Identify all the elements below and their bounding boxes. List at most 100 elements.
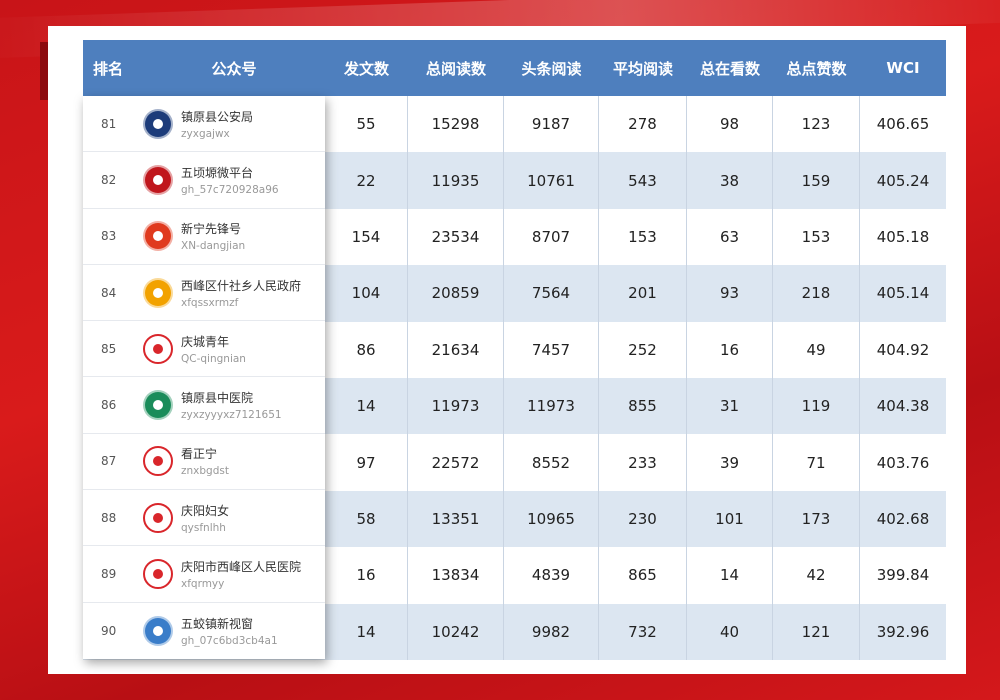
average-reads-cell: 201	[599, 265, 687, 322]
total-reads-cell: 22572	[408, 434, 504, 491]
account-list-item[interactable]: 86 镇原县中医院 zyxzyyyxz7121651	[83, 377, 325, 434]
total-reads-cell: 11935	[408, 152, 504, 209]
total-reads-cell: 23534	[408, 208, 504, 266]
table-header: 排名 公众号 发文数 总阅读数 头条阅读 平均阅读 总在看数 总点赞数 WCI	[83, 40, 946, 96]
account-name[interactable]: 看正宁	[181, 445, 229, 462]
account-name[interactable]: 新宁先锋号	[181, 220, 245, 237]
account-name[interactable]: 五顷塬微平台	[181, 164, 279, 181]
header-total-reads[interactable]: 总阅读数	[408, 58, 504, 79]
header-watching[interactable]: 总在看数	[687, 58, 773, 79]
header-average-reads[interactable]: 平均阅读	[599, 58, 687, 79]
posts-cell: 104	[325, 265, 408, 322]
average-reads-cell: 855	[599, 377, 687, 435]
swoosh-icon	[143, 446, 173, 477]
logo-mark	[153, 512, 163, 523]
logo-mark	[153, 343, 163, 354]
account-id: gh_57c720928a96	[181, 183, 279, 196]
header-posts[interactable]: 发文数	[325, 58, 408, 79]
account-list-item[interactable]: 88 庆阳妇女 qysfnlhh	[83, 490, 325, 547]
hospital-badge-icon	[143, 559, 173, 590]
logo-mark	[153, 174, 163, 185]
account-list-item[interactable]: 83 新宁先锋号 XN-dangjian	[83, 209, 325, 265]
likes-cell: 173	[773, 490, 860, 548]
account-list-item[interactable]: 85 庆城青年 QC-qingnian	[83, 321, 325, 378]
account-names: 庆阳市西峰区人民医院 xfqrmyy	[181, 558, 301, 590]
logo-mark	[153, 287, 163, 298]
headline-reads-cell: 4839	[504, 547, 599, 604]
account-name[interactable]: 西峰区什社乡人民政府	[181, 277, 301, 294]
account-name[interactable]: 镇原县中医院	[181, 389, 282, 406]
account-list-card: 81 镇原县公安局 zyxgajwx 82 五顷塬微平台 gh_57c720928a96 8…	[83, 96, 325, 659]
total-reads-cell: 13834	[408, 547, 504, 604]
account-id: zyxzyyyxz7121651	[181, 409, 282, 422]
average-reads-cell: 732	[599, 603, 687, 660]
wci-cell: 406.65	[876, 115, 930, 134]
watching-cell: 16	[687, 321, 773, 378]
watching-cell: 63	[687, 208, 773, 266]
account-id: xfqrmyy	[181, 578, 225, 591]
average-reads-cell: 252	[599, 321, 687, 378]
rank-number: 85	[101, 341, 117, 356]
likes-cell: 42	[773, 547, 860, 604]
headline-reads-cell: 10761	[504, 152, 599, 209]
headline-reads-cell: 7457	[504, 321, 599, 378]
header-rank[interactable]: 排名	[83, 58, 143, 79]
watching-cell: 40	[687, 603, 773, 660]
total-reads-cell: 20859	[408, 265, 504, 322]
account-names: 五蛟镇新视窗 gh_07c6bd3cb4a1	[181, 615, 278, 647]
account-name[interactable]: 庆城青年	[181, 333, 246, 350]
posts-cell: 86	[325, 321, 408, 378]
likes-cell: 153	[773, 208, 860, 266]
account-list-item[interactable]: 87 看正宁 znxbgdst	[83, 434, 325, 491]
wci-cell: 405.18	[876, 227, 930, 246]
headline-reads-cell: 9982	[504, 603, 599, 660]
average-reads-cell: 278	[599, 96, 687, 153]
posts-cell: 55	[325, 96, 408, 153]
average-reads-cell: 865	[599, 547, 687, 604]
calligraphy-seal-icon	[143, 164, 173, 195]
national-emblem-icon	[143, 277, 173, 308]
posts-cell: 58	[325, 490, 408, 548]
account-name[interactable]: 镇原县公安局	[181, 108, 253, 125]
header-wci[interactable]: WCI	[860, 59, 946, 77]
wci-cell: 405.14	[876, 284, 930, 303]
logo-mark	[153, 569, 163, 580]
womens-federation-icon	[143, 502, 173, 533]
account-id: XN-dangjian	[181, 240, 246, 253]
account-id: qysfnlhh	[181, 521, 226, 534]
account-list-item[interactable]: 81 镇原县公安局 zyxgajwx	[83, 96, 325, 153]
likes-cell: 119	[773, 377, 860, 435]
header-headline-reads[interactable]: 头条阅读	[504, 58, 599, 79]
account-list-item[interactable]: 89 庆阳市西峰区人民医院 xfqrmyy	[83, 546, 325, 603]
posts-cell: 154	[325, 208, 408, 266]
posts-cell: 14	[325, 377, 408, 435]
rank-number: 86	[101, 398, 117, 413]
wci-cell: 399.84	[876, 566, 930, 585]
average-reads-cell: 233	[599, 434, 687, 491]
wci-cell: 404.38	[876, 397, 930, 416]
account-id: zyxgajwx	[181, 127, 230, 140]
posts-cell: 14	[325, 603, 408, 660]
wci-cell: 392.96	[876, 622, 930, 641]
wci-cell: 405.24	[876, 171, 930, 190]
total-reads-cell: 11973	[408, 377, 504, 435]
account-name[interactable]: 庆阳妇女	[181, 502, 229, 519]
account-list-item[interactable]: 82 五顷塬微平台 gh_57c720928a96	[83, 152, 325, 209]
headline-reads-cell: 10965	[504, 490, 599, 548]
account-names: 庆城青年 QC-qingnian	[181, 333, 246, 365]
mascot-icon	[143, 333, 173, 364]
likes-cell: 121	[773, 603, 860, 660]
header-account[interactable]: 公众号	[143, 58, 325, 79]
total-reads-cell: 13351	[408, 490, 504, 548]
account-name[interactable]: 五蛟镇新视窗	[181, 615, 278, 632]
watching-cell: 98	[687, 96, 773, 153]
account-list-item[interactable]: 84 西峰区什社乡人民政府 xfqssxrmzf	[83, 265, 325, 322]
account-id: znxbgdst	[181, 465, 229, 478]
account-names: 庆阳妇女 qysfnlhh	[181, 502, 229, 534]
rank-number: 83	[101, 229, 117, 244]
account-name[interactable]: 庆阳市西峰区人民医院	[181, 558, 301, 575]
header-likes[interactable]: 总点赞数	[773, 58, 860, 79]
account-list-item[interactable]: 90 五蛟镇新视窗 gh_07c6bd3cb4a1	[83, 603, 325, 659]
rank-number: 90	[101, 623, 117, 638]
watching-cell: 14	[687, 547, 773, 604]
